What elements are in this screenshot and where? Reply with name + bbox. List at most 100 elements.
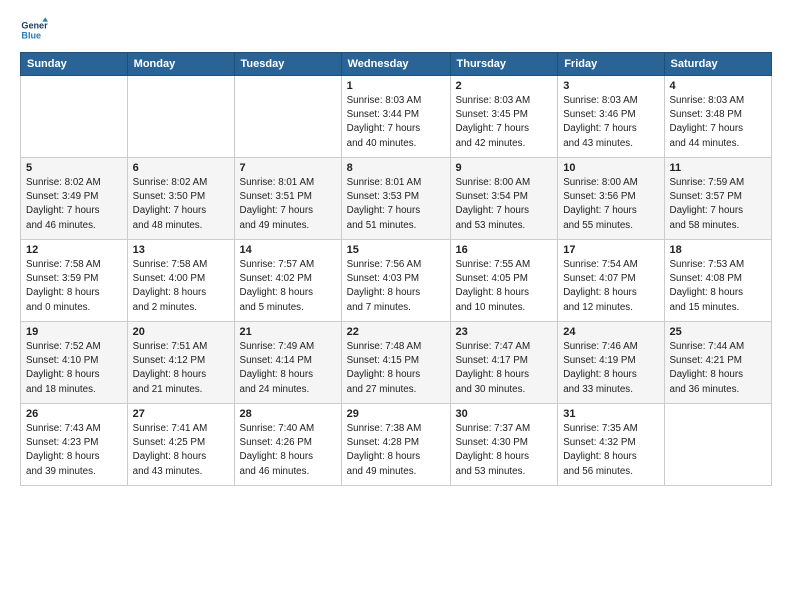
day-info: Sunrise: 8:02 AM Sunset: 3:50 PM Dayligh… — [133, 176, 229, 233]
logo-icon: General Blue — [20, 16, 48, 44]
day-number: 20 — [133, 326, 229, 338]
day-info: Sunrise: 7:58 AM Sunset: 4:00 PM Dayligh… — [133, 258, 229, 315]
day-number: 13 — [133, 244, 229, 256]
calendar-cell: 30Sunrise: 7:37 AM Sunset: 4:30 PM Dayli… — [450, 404, 558, 486]
day-number: 7 — [240, 162, 336, 174]
day-info: Sunrise: 7:47 AM Sunset: 4:17 PM Dayligh… — [456, 340, 553, 397]
calendar-cell: 28 Sunrise: 7:40 AM Sunset: 4:26 PM Dayli… — [234, 404, 341, 486]
day-info: Sunrise: 7:46 AM Sunset: 4:19 PM Dayligh… — [563, 340, 658, 397]
day-number: 9 — [456, 162, 553, 174]
day-number: 17 — [563, 244, 658, 256]
day-info: Sunrise: 7:59 AM Sunset: 3:57 PM Dayligh… — [670, 176, 767, 233]
day-info: Sunrise: 7:43 AM Sunset: 4:23 PM Dayligh… — [26, 422, 122, 479]
day-number: 16 — [456, 244, 553, 256]
day-number: 25 — [670, 326, 767, 338]
day-number: 21 — [240, 326, 336, 338]
day-info: Sunrise: 8:01 AM Sunset: 3:51 PM Dayligh… — [240, 176, 336, 233]
day-number: 4 — [670, 80, 767, 92]
calendar-cell: 19 Sunrise: 7:52 AM Sunset: 4:10 PM Dayli… — [21, 322, 128, 404]
day-info: Sunrise: 8:00 AM Sunset: 3:56 PM Dayligh… — [563, 176, 658, 233]
day-number: 1 — [347, 80, 445, 92]
calendar-cell — [21, 76, 128, 158]
day-number: 15 — [347, 244, 445, 256]
day-number: 19 — [26, 326, 122, 338]
weekday-header-thursday: Thursday — [450, 53, 558, 76]
weekday-header-wednesday: Wednesday — [341, 53, 450, 76]
week-row-1: 1 Sunrise: 8:03 AM Sunset: 3:44 PM Daylig… — [21, 76, 772, 158]
calendar-cell: 3Sunrise: 8:03 AM Sunset: 3:46 PM Daylig… — [558, 76, 664, 158]
weekday-header-monday: Monday — [127, 53, 234, 76]
day-number: 5 — [26, 162, 122, 174]
day-info: Sunrise: 8:03 AM Sunset: 3:44 PM Dayligh… — [347, 94, 445, 151]
day-number: 10 — [563, 162, 658, 174]
day-number: 28 — [240, 408, 336, 420]
calendar-cell: 5 Sunrise: 8:02 AM Sunset: 3:49 PM Daylig… — [21, 158, 128, 240]
day-number: 3 — [563, 80, 658, 92]
calendar-cell: 27Sunrise: 7:41 AM Sunset: 4:25 PM Dayli… — [127, 404, 234, 486]
header: General Blue — [20, 16, 772, 44]
day-number: 6 — [133, 162, 229, 174]
day-info: Sunrise: 7:53 AM Sunset: 4:08 PM Dayligh… — [670, 258, 767, 315]
day-info: Sunrise: 7:38 AM Sunset: 4:28 PM Dayligh… — [347, 422, 445, 479]
day-number: 23 — [456, 326, 553, 338]
weekday-header-sunday: Sunday — [21, 53, 128, 76]
day-number: 24 — [563, 326, 658, 338]
day-number: 8 — [347, 162, 445, 174]
day-info: Sunrise: 8:02 AM Sunset: 3:49 PM Dayligh… — [26, 176, 122, 233]
calendar-cell: 20Sunrise: 7:51 AM Sunset: 4:12 PM Dayli… — [127, 322, 234, 404]
calendar-cell: 15 Sunrise: 7:56 AM Sunset: 4:03 PM Dayli… — [341, 240, 450, 322]
calendar-cell: 6 Sunrise: 8:02 AM Sunset: 3:50 PM Daylig… — [127, 158, 234, 240]
calendar-cell: 11 Sunrise: 7:59 AM Sunset: 3:57 PM Dayli… — [664, 158, 772, 240]
week-row-3: 12Sunrise: 7:58 AM Sunset: 3:59 PM Dayli… — [21, 240, 772, 322]
day-number: 30 — [456, 408, 553, 420]
calendar-cell: 16 Sunrise: 7:55 AM Sunset: 4:05 PM Dayli… — [450, 240, 558, 322]
calendar-page: General Blue SundayMondayTuesdayWednesda… — [0, 0, 792, 612]
day-info: Sunrise: 7:35 AM Sunset: 4:32 PM Dayligh… — [563, 422, 658, 479]
week-row-5: 26Sunrise: 7:43 AM Sunset: 4:23 PM Dayli… — [21, 404, 772, 486]
week-row-4: 19 Sunrise: 7:52 AM Sunset: 4:10 PM Dayli… — [21, 322, 772, 404]
weekday-header-saturday: Saturday — [664, 53, 772, 76]
calendar-cell: 31 Sunrise: 7:35 AM Sunset: 4:32 PM Dayli… — [558, 404, 664, 486]
day-number: 29 — [347, 408, 445, 420]
day-number: 18 — [670, 244, 767, 256]
weekday-header-tuesday: Tuesday — [234, 53, 341, 76]
calendar-cell: 29 Sunrise: 7:38 AM Sunset: 4:28 PM Dayli… — [341, 404, 450, 486]
calendar-cell: 1 Sunrise: 8:03 AM Sunset: 3:44 PM Daylig… — [341, 76, 450, 158]
svg-text:General: General — [21, 21, 48, 31]
calendar-cell: 23 Sunrise: 7:47 AM Sunset: 4:17 PM Dayli… — [450, 322, 558, 404]
calendar-cell: 9 Sunrise: 8:00 AM Sunset: 3:54 PM Daylig… — [450, 158, 558, 240]
day-info: Sunrise: 8:03 AM Sunset: 3:45 PM Dayligh… — [456, 94, 553, 151]
day-info: Sunrise: 7:40 AM Sunset: 4:26 PM Dayligh… — [240, 422, 336, 479]
calendar-cell: 10 Sunrise: 8:00 AM Sunset: 3:56 PM Dayli… — [558, 158, 664, 240]
day-info: Sunrise: 8:03 AM Sunset: 3:48 PM Dayligh… — [670, 94, 767, 151]
day-number: 31 — [563, 408, 658, 420]
day-info: Sunrise: 7:48 AM Sunset: 4:15 PM Dayligh… — [347, 340, 445, 397]
day-info: Sunrise: 7:57 AM Sunset: 4:02 PM Dayligh… — [240, 258, 336, 315]
week-row-2: 5 Sunrise: 8:02 AM Sunset: 3:49 PM Daylig… — [21, 158, 772, 240]
calendar-cell: 24 Sunrise: 7:46 AM Sunset: 4:19 PM Dayli… — [558, 322, 664, 404]
calendar-cell: 14 Sunrise: 7:57 AM Sunset: 4:02 PM Dayli… — [234, 240, 341, 322]
calendar-cell: 13 Sunrise: 7:58 AM Sunset: 4:00 PM Dayli… — [127, 240, 234, 322]
calendar-cell: 8Sunrise: 8:01 AM Sunset: 3:53 PM Daylig… — [341, 158, 450, 240]
calendar-cell: 17 Sunrise: 7:54 AM Sunset: 4:07 PM Dayli… — [558, 240, 664, 322]
day-number: 11 — [670, 162, 767, 174]
weekday-header-friday: Friday — [558, 53, 664, 76]
day-number: 27 — [133, 408, 229, 420]
logo: General Blue — [20, 16, 52, 44]
calendar-cell: 21 Sunrise: 7:49 AM Sunset: 4:14 PM Dayli… — [234, 322, 341, 404]
calendar-cell: 4 Sunrise: 8:03 AM Sunset: 3:48 PM Daylig… — [664, 76, 772, 158]
day-info: Sunrise: 7:44 AM Sunset: 4:21 PM Dayligh… — [670, 340, 767, 397]
day-info: Sunrise: 7:52 AM Sunset: 4:10 PM Dayligh… — [26, 340, 122, 397]
calendar-cell: 2Sunrise: 8:03 AM Sunset: 3:45 PM Daylig… — [450, 76, 558, 158]
calendar-cell — [234, 76, 341, 158]
day-number: 14 — [240, 244, 336, 256]
day-info: Sunrise: 7:56 AM Sunset: 4:03 PM Dayligh… — [347, 258, 445, 315]
day-info: Sunrise: 7:54 AM Sunset: 4:07 PM Dayligh… — [563, 258, 658, 315]
calendar-cell: 18 Sunrise: 7:53 AM Sunset: 4:08 PM Dayli… — [664, 240, 772, 322]
day-info: Sunrise: 7:55 AM Sunset: 4:05 PM Dayligh… — [456, 258, 553, 315]
calendar-cell: 26Sunrise: 7:43 AM Sunset: 4:23 PM Dayli… — [21, 404, 128, 486]
day-number: 12 — [26, 244, 122, 256]
day-info: Sunrise: 7:49 AM Sunset: 4:14 PM Dayligh… — [240, 340, 336, 397]
day-number: 22 — [347, 326, 445, 338]
day-info: Sunrise: 8:00 AM Sunset: 3:54 PM Dayligh… — [456, 176, 553, 233]
